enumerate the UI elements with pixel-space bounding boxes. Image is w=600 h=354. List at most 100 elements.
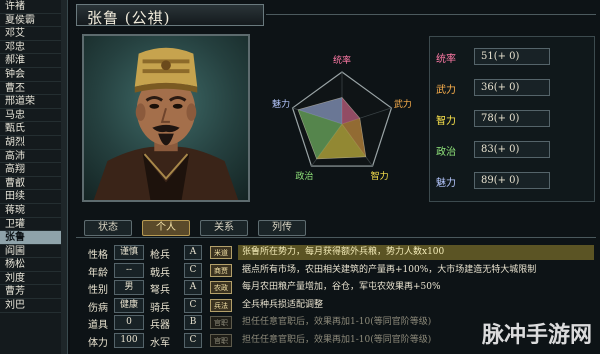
roster-item[interactable]: 刘度 bbox=[0, 272, 67, 286]
roster-item[interactable]: 胡烈 bbox=[0, 136, 67, 150]
roster-item[interactable]: 邓艾 bbox=[0, 27, 67, 41]
trait-row[interactable]: 米道 张鲁所在势力，每月获得额外兵粮，势力人数x100 bbox=[210, 244, 596, 262]
roster-item[interactable]: 高翔 bbox=[0, 163, 67, 177]
troop-aptitude-grade: C bbox=[184, 297, 202, 313]
trait-description: 据点所有市场，农田相关建筑的产量再+100%，大市场建造无特大城限制 bbox=[242, 264, 537, 275]
radar-axis-label: 政治 bbox=[295, 170, 313, 182]
attribute-label: 体力 bbox=[88, 337, 108, 349]
watermark-logo: 脉冲手游网 bbox=[481, 322, 592, 348]
troop-aptitude-grade: C bbox=[184, 262, 202, 278]
stat-value: 51(+ 0) bbox=[474, 48, 550, 65]
attribute-row: 道具 0 兵器 B bbox=[88, 314, 206, 332]
troop-type-label: 骑兵 bbox=[150, 302, 170, 314]
stat-label: 政治 bbox=[436, 147, 456, 158]
stat-value: 78(+ 0) bbox=[474, 110, 550, 127]
trait-description: 全兵种兵损适配调整 bbox=[242, 299, 324, 310]
radar-axis-label: 统率 bbox=[333, 54, 351, 66]
roster-item[interactable]: 邓忠 bbox=[0, 41, 67, 55]
attribute-value: 谨慎 bbox=[114, 245, 144, 260]
stat-value: 36(+ 0) bbox=[474, 79, 550, 96]
radar-axis-label: 武力 bbox=[394, 98, 412, 110]
name-title-bar: 张鲁 (公祺) bbox=[76, 4, 264, 27]
roster-item[interactable]: 曹叡 bbox=[0, 177, 67, 191]
stat-row: 政治 83(+ 0) bbox=[436, 140, 592, 160]
attribute-value: -- bbox=[114, 262, 144, 278]
stat-label: 统率 bbox=[436, 54, 456, 65]
attribute-row: 性别男弩兵 A bbox=[88, 279, 206, 297]
attribute-row: 年龄 -- 戟兵 C bbox=[88, 262, 206, 280]
attribute-label: 道具 bbox=[88, 320, 108, 332]
stat-value: 83(+ 0) bbox=[474, 141, 550, 158]
tab-biography[interactable]: 列传 bbox=[258, 220, 306, 236]
roster-item[interactable]: 曹芳 bbox=[0, 285, 67, 300]
roster-item[interactable]: 阎圃 bbox=[0, 245, 67, 259]
trait-tag: 农政 bbox=[210, 281, 232, 295]
stat-label: 智力 bbox=[436, 116, 456, 127]
stat-row: 统率 51(+ 0) bbox=[436, 47, 592, 67]
ability-radar-chart: 统率武力智力 政治 魅力 bbox=[272, 54, 412, 182]
trait-description: 每月农田粮产量增加，谷仓，军屯农效果再+50% bbox=[242, 282, 441, 293]
troop-aptitude-grade: B bbox=[184, 315, 202, 331]
trait-row[interactable]: 兵法 全兵种兵损适配调整 bbox=[210, 297, 596, 315]
personal-attributes: 性格 谨慎 枪兵 A 年龄 -- 戟兵 C 性别男弩兵 A 伤病 健康 骑兵 C 道具 0 兵器 B 体力 100 水军… bbox=[88, 244, 206, 350]
svg-text:脉冲手游网: 脉冲手游网 bbox=[481, 322, 592, 348]
attribute-label: 伤病 bbox=[88, 302, 108, 314]
radar-axis-label: 魅力 bbox=[272, 98, 290, 110]
roster-item[interactable]: 张鲁 bbox=[0, 231, 67, 245]
roster-item[interactable]: 甄氏 bbox=[0, 122, 67, 136]
stat-label: 魅力 bbox=[436, 178, 456, 189]
roster-item[interactable]: 曹丕 bbox=[0, 82, 67, 96]
general-name: 张鲁 (公祺) bbox=[87, 9, 171, 27]
roster-item[interactable]: 邢道荣 bbox=[0, 95, 67, 109]
attribute-row: 伤病 健康 骑兵 C bbox=[88, 297, 206, 315]
stat-value: 89(+ 0) bbox=[474, 172, 550, 189]
attribute-row: 体力 100 水军 C bbox=[88, 332, 206, 350]
roster-item[interactable]: 杨松 bbox=[0, 258, 67, 272]
general-detail-panel: 张鲁 (公祺) 统率 武力 智力 政治 魅力 统率 51(+ 0) 武力 36(… bbox=[70, 0, 600, 354]
roster-item[interactable]: 郝淮 bbox=[0, 54, 67, 68]
attribute-label: 性别 bbox=[88, 285, 108, 297]
attribute-value: 男 bbox=[114, 280, 144, 296]
troop-type-label: 枪兵 bbox=[150, 250, 170, 261]
general-portrait bbox=[82, 34, 250, 202]
roster-item[interactable]: 蒋琬 bbox=[0, 204, 67, 218]
roster-item[interactable]: 许褚 bbox=[0, 0, 67, 14]
tab-personal[interactable]: 个人 bbox=[142, 220, 190, 236]
trait-tag: 兵法 bbox=[210, 298, 232, 312]
roster-item[interactable]: 卫瓘 bbox=[0, 218, 67, 232]
tab-divider bbox=[76, 237, 596, 238]
roster-scrollbar[interactable] bbox=[61, 0, 67, 354]
trait-row[interactable]: 商贾 据点所有市场，农田相关建筑的产量再+100%，大市场建造无特大城限制 bbox=[210, 262, 596, 280]
general-roster: 许褚 夏侯霸 邓艾 邓忠 郝淮 钟会 曹丕 邢道荣 马忠 甄氏 胡烈 高沛 高翔 曹叡 田续 蒋琬 卫瓘 张鲁 阎圃… bbox=[0, 0, 68, 354]
tab-status[interactable]: 状态 bbox=[84, 220, 132, 236]
portrait-image bbox=[93, 47, 239, 200]
attribute-value: 0 bbox=[114, 315, 144, 331]
trait-row[interactable]: 农政 每月农田粮产量增加，谷仓，军屯农效果再+50% bbox=[210, 279, 596, 297]
stat-row: 武力 36(+ 0) bbox=[436, 78, 592, 98]
attribute-label: 年龄 bbox=[88, 267, 108, 279]
troop-type-label: 水军 bbox=[150, 337, 170, 349]
roster-item[interactable]: 马忠 bbox=[0, 109, 67, 123]
troop-aptitude-grade: A bbox=[184, 245, 202, 260]
trait-tag: 米道 bbox=[210, 246, 232, 259]
stat-row: 智力 78(+ 0) bbox=[436, 109, 592, 129]
ability-stat-list: 统率 51(+ 0) 武力 36(+ 0) 智力 78(+ 0) 政治 83(+ 0) 魅力 89… bbox=[429, 36, 595, 202]
attribute-row: 性格 谨慎 枪兵 A bbox=[88, 244, 206, 262]
stat-label: 武力 bbox=[436, 85, 456, 96]
troop-aptitude-grade: A bbox=[184, 280, 202, 296]
roster-item[interactable]: 田续 bbox=[0, 190, 67, 204]
trait-tag: 商贾 bbox=[210, 263, 232, 277]
roster-item[interactable]: 夏侯霸 bbox=[0, 14, 67, 28]
roster-item[interactable]: 钟会 bbox=[0, 68, 67, 82]
roster-list: 许褚 夏侯霸 邓艾 邓忠 郝淮 钟会 曹丕 邢道荣 马忠 甄氏 胡烈 高沛 高翔 曹叡 田续 蒋琬 卫瓘 张鲁 阎圃… bbox=[0, 0, 67, 313]
roster-item[interactable]: 刘巴 bbox=[0, 299, 67, 313]
trait-tag: 官职 bbox=[210, 316, 232, 330]
roster-item[interactable]: 高沛 bbox=[0, 150, 67, 164]
attribute-value: 100 bbox=[114, 332, 144, 348]
attribute-label: 性格 bbox=[88, 250, 108, 261]
tab-relations[interactable]: 关系 bbox=[200, 220, 248, 236]
trait-description: 张鲁所在势力，每月获得额外兵粮，势力人数x100 bbox=[238, 245, 594, 260]
stat-row: 魅力 89(+ 0) bbox=[436, 171, 592, 191]
trait-tag: 官职 bbox=[210, 333, 232, 347]
troop-type-label: 弩兵 bbox=[150, 285, 170, 297]
